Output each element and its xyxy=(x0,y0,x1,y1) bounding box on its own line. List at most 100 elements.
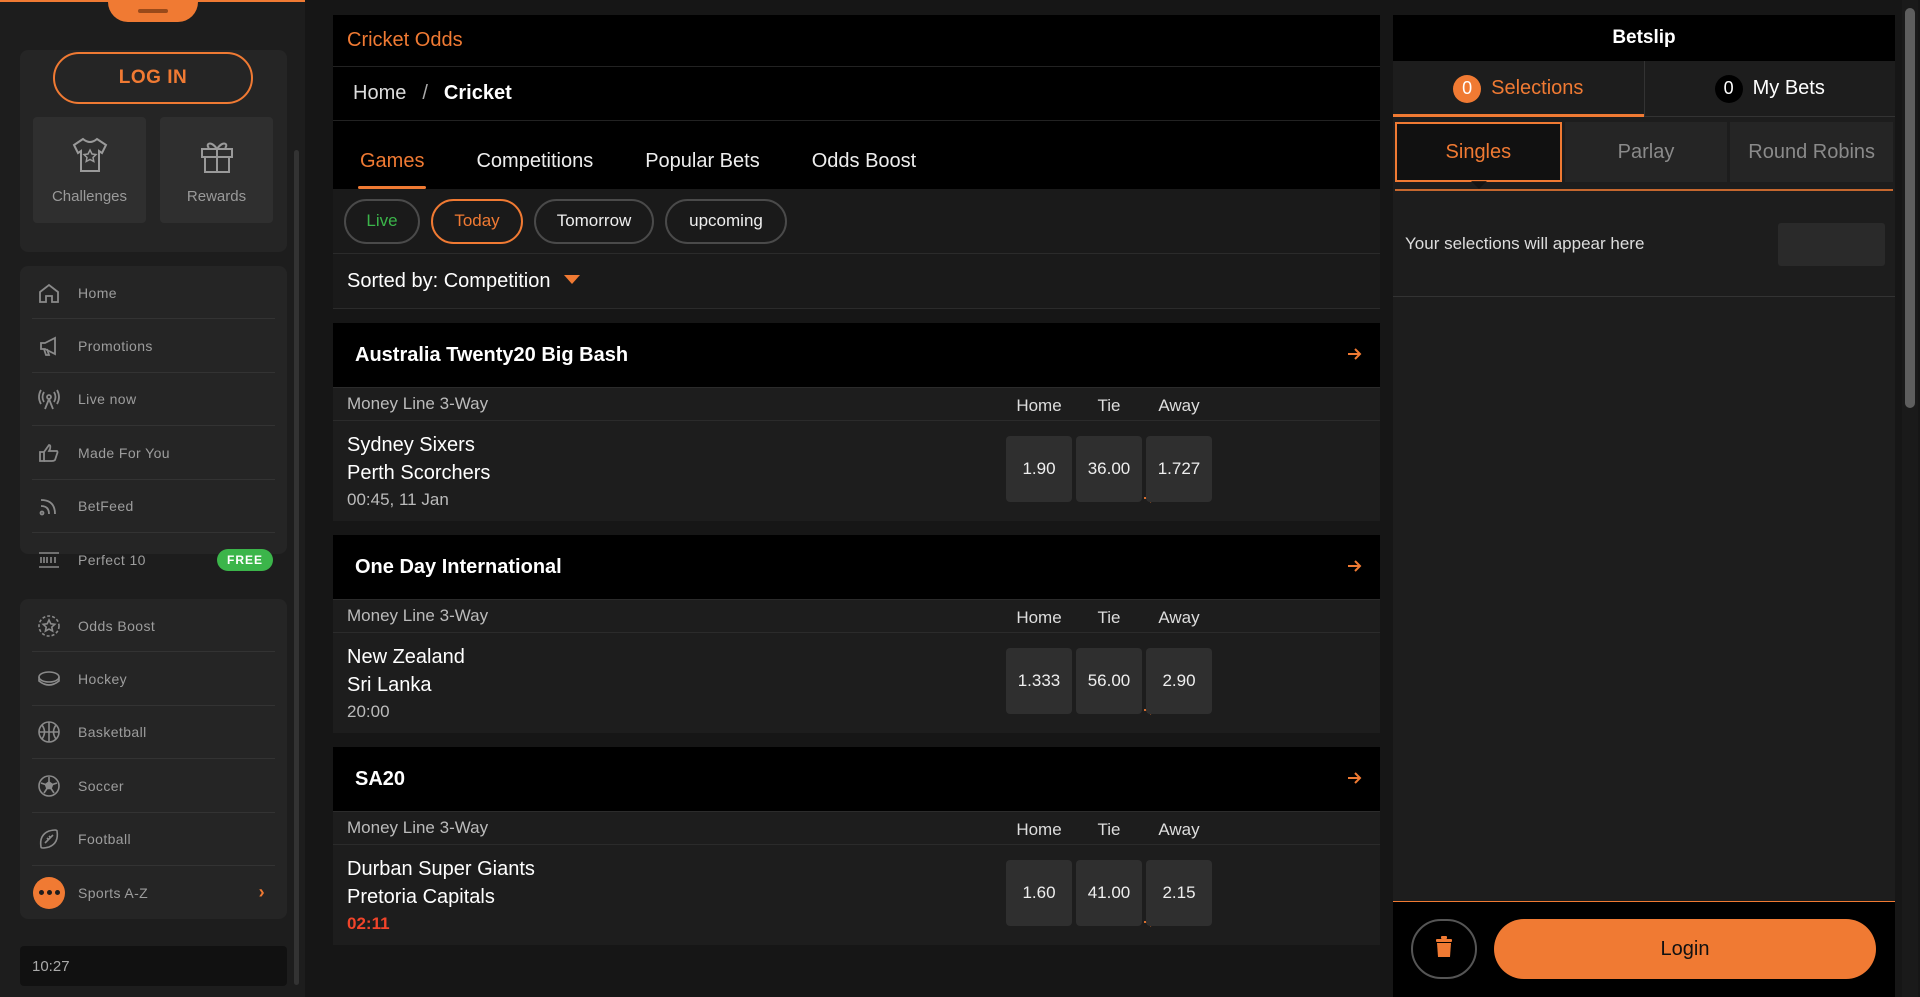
perfect10-icon xyxy=(37,548,61,572)
chevron-right-icon: › xyxy=(258,882,265,903)
competition-header[interactable]: SA20 xyxy=(333,747,1380,811)
filter-live[interactable]: Live xyxy=(344,198,420,244)
home-icon xyxy=(37,281,61,305)
sort-dropdown[interactable]: Sorted by: Competition xyxy=(333,254,1380,309)
market-header: Money Line 3-Way Home Tie Away xyxy=(333,599,1380,633)
arrow-right-icon xyxy=(1346,345,1362,368)
sidebar-item-label: Hockey xyxy=(78,671,128,688)
competition-header[interactable]: Australia Twenty20 Big Bash xyxy=(333,323,1380,387)
page-title: Cricket Odds xyxy=(333,15,1380,67)
sidebar-item-betfeed[interactable]: BetFeed xyxy=(20,480,287,534)
match-row[interactable]: Durban Super Giants Pretoria Capitals 02… xyxy=(333,845,1380,945)
sidebar-item-promotions[interactable]: Promotions xyxy=(20,319,287,374)
tab-selections[interactable]: 0 Selections xyxy=(1393,61,1644,117)
betslip-title: Betslip xyxy=(1393,15,1895,61)
sidebar-collapse-handle[interactable] xyxy=(108,2,198,22)
caret-down-icon xyxy=(564,274,581,284)
filter-today[interactable]: Today xyxy=(431,198,523,244)
filter-upcoming[interactable]: upcoming xyxy=(665,198,787,244)
odds-boost-icon xyxy=(37,614,61,638)
clear-betslip-button[interactable] xyxy=(1411,919,1477,979)
bet-type-round-robins[interactable]: Round Robins xyxy=(1730,122,1894,182)
market-name: Money Line 3-Way xyxy=(347,818,489,837)
competition-name: One Day International xyxy=(355,555,562,578)
auth-card: LOG IN Challenges Rewards xyxy=(20,50,287,252)
primary-nav: Home Promotions Live now Made For You Be… xyxy=(20,266,287,571)
trash-icon xyxy=(1434,935,1454,963)
hockey-icon xyxy=(37,667,61,691)
sidebar-item-odds-boost[interactable]: Odds Boost xyxy=(20,599,287,653)
page-scrollbar[interactable] xyxy=(1902,0,1918,997)
competition-header[interactable]: One Day International xyxy=(333,535,1380,599)
empty-selections: Your selections will appear here xyxy=(1393,191,1895,297)
away-team: Pretoria Capitals xyxy=(347,886,495,908)
sidebar-item-basketball[interactable]: Basketball xyxy=(20,706,287,760)
match-row[interactable]: New Zealand Sri Lanka 20:00 1.333 56.00 … xyxy=(333,633,1380,733)
away-team: Sri Lanka xyxy=(347,674,432,696)
sidebar-item-home[interactable]: Home xyxy=(20,266,287,320)
odds-button-away[interactable]: 1.727 xyxy=(1146,436,1212,502)
col-away: Away xyxy=(1158,396,1200,415)
filter-tomorrow[interactable]: Tomorrow xyxy=(534,198,654,244)
market-name: Money Line 3-Way xyxy=(347,606,489,625)
tabs: Games Competitions Popular Bets Odds Boo… xyxy=(333,121,1380,189)
sidebar-item-live-now[interactable]: Live now xyxy=(20,373,287,427)
rss-icon xyxy=(37,494,61,518)
sidebar-item-perfect-10[interactable]: Perfect 10 FREE xyxy=(20,533,287,586)
thumbs-up-icon xyxy=(37,441,61,465)
tab-label: My Bets xyxy=(1752,77,1825,99)
tab-games[interactable]: Games xyxy=(357,150,450,189)
sidebar-item-made-for-you[interactable]: Made For You xyxy=(20,426,287,480)
clock: 10:27 xyxy=(20,946,287,986)
basketball-icon xyxy=(37,720,61,744)
competition-name: Australia Twenty20 Big Bash xyxy=(355,343,629,366)
sidebar-item-label: Basketball xyxy=(78,724,147,741)
sidebar-scrollbar[interactable] xyxy=(294,150,299,985)
soccer-icon xyxy=(37,774,61,798)
odds-button-tie[interactable]: 36.00 xyxy=(1076,436,1142,502)
home-team: Sydney Sixers xyxy=(347,434,475,456)
free-badge: FREE xyxy=(216,548,273,571)
sidebar-login-button[interactable]: LOG IN xyxy=(53,52,253,104)
col-tie: Tie xyxy=(1097,820,1121,839)
betslip-login-button[interactable]: Login xyxy=(1494,919,1876,979)
sidebar-item-football[interactable]: Football xyxy=(20,813,287,867)
sort-label: Sorted by: Competition xyxy=(347,269,551,292)
sidebar-item-hockey[interactable]: Hockey xyxy=(20,652,287,707)
sidebar-item-soccer[interactable]: Soccer xyxy=(20,759,287,813)
breadcrumb-home-link[interactable]: Home xyxy=(353,82,406,105)
more-dots-icon xyxy=(33,876,65,909)
match-row[interactable]: Sydney Sixers Perth Scorchers 00:45, 11 … xyxy=(333,421,1380,521)
challenges-tile[interactable]: Challenges xyxy=(33,117,146,223)
odds-button-tie[interactable]: 41.00 xyxy=(1076,860,1142,926)
sidebar-item-label: Sports A-Z xyxy=(78,884,149,901)
rewards-tile[interactable]: Rewards xyxy=(160,117,273,223)
tab-my-bets[interactable]: 0 My Bets xyxy=(1643,61,1896,116)
col-tie: Tie xyxy=(1097,396,1121,415)
odds-button-tie[interactable]: 56.00 xyxy=(1076,648,1142,714)
arrow-right-icon xyxy=(1346,769,1362,792)
tab-popular-bets[interactable]: Popular Bets xyxy=(619,150,786,189)
betslip: Betslip 0 Selections 0 My Bets Singles P… xyxy=(1393,15,1895,997)
odds-button-away[interactable]: 2.15 xyxy=(1146,860,1212,926)
odds-button-away[interactable]: 2.90 xyxy=(1146,648,1212,714)
arrow-right-icon xyxy=(1346,557,1362,580)
bet-type-parlay[interactable]: Parlay xyxy=(1564,122,1728,182)
competition-block: Australia Twenty20 Big Bash Money Line 3… xyxy=(333,323,1380,521)
sidebar-item-sports-a-z[interactable]: Sports A-Z › xyxy=(20,866,287,919)
filter-chips: Live Today Tomorrow upcoming xyxy=(333,189,1380,254)
tab-label: Selections xyxy=(1491,77,1584,99)
bet-type-singles[interactable]: Singles xyxy=(1395,122,1562,182)
main-content: Cricket Odds Home / Cricket Games Compet… xyxy=(333,15,1380,945)
odds-button-home[interactable]: 1.60 xyxy=(1006,860,1072,926)
tab-competitions[interactable]: Competitions xyxy=(450,150,619,189)
match-teams: New Zealand Sri Lanka 20:00 xyxy=(347,643,465,725)
tab-odds-boost[interactable]: Odds Boost xyxy=(786,150,943,189)
competition-block: One Day International Money Line 3-Way H… xyxy=(333,535,1380,733)
match-time: 00:45, 11 Jan xyxy=(347,490,449,509)
odds-button-home[interactable]: 1.90 xyxy=(1006,436,1072,502)
match-teams: Sydney Sixers Perth Scorchers 00:45, 11 … xyxy=(347,431,490,513)
sidebar-item-label: Perfect 10 xyxy=(78,551,146,568)
odds-button-home[interactable]: 1.333 xyxy=(1006,648,1072,714)
match-time: 20:00 xyxy=(347,702,390,721)
